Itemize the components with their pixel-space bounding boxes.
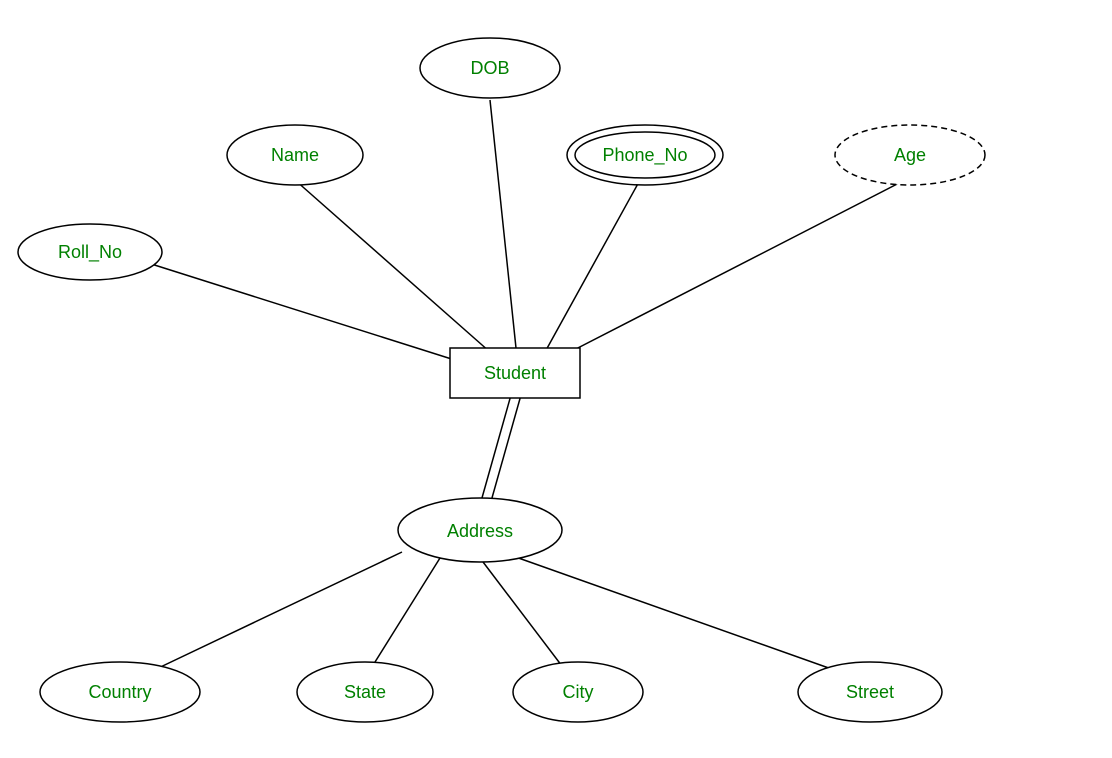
phone-label: Phone_No [602, 145, 687, 166]
dob-label: DOB [470, 58, 509, 78]
line-address-street [510, 555, 840, 672]
name-label: Name [271, 145, 319, 165]
address-label: Address [447, 521, 513, 541]
line-address-city [480, 558, 565, 670]
er-diagram: Student DOB Name Phone_No Age Roll_No Ad… [0, 0, 1112, 753]
city-label: City [563, 682, 594, 702]
line-student-rollno [145, 262, 480, 368]
state-label: State [344, 682, 386, 702]
line-address-country [150, 552, 402, 672]
rollno-label: Roll_No [58, 242, 122, 263]
line-student-address-1 [480, 395, 511, 505]
line-student-dob [490, 100, 516, 348]
age-label: Age [894, 145, 926, 165]
line-student-phone [545, 180, 640, 352]
country-label: Country [88, 682, 151, 702]
line-address-state [370, 558, 440, 670]
street-label: Street [846, 682, 894, 702]
student-label: Student [484, 363, 546, 383]
line-student-age [570, 180, 905, 352]
line-student-address-2 [490, 395, 521, 505]
line-student-name [295, 180, 490, 352]
